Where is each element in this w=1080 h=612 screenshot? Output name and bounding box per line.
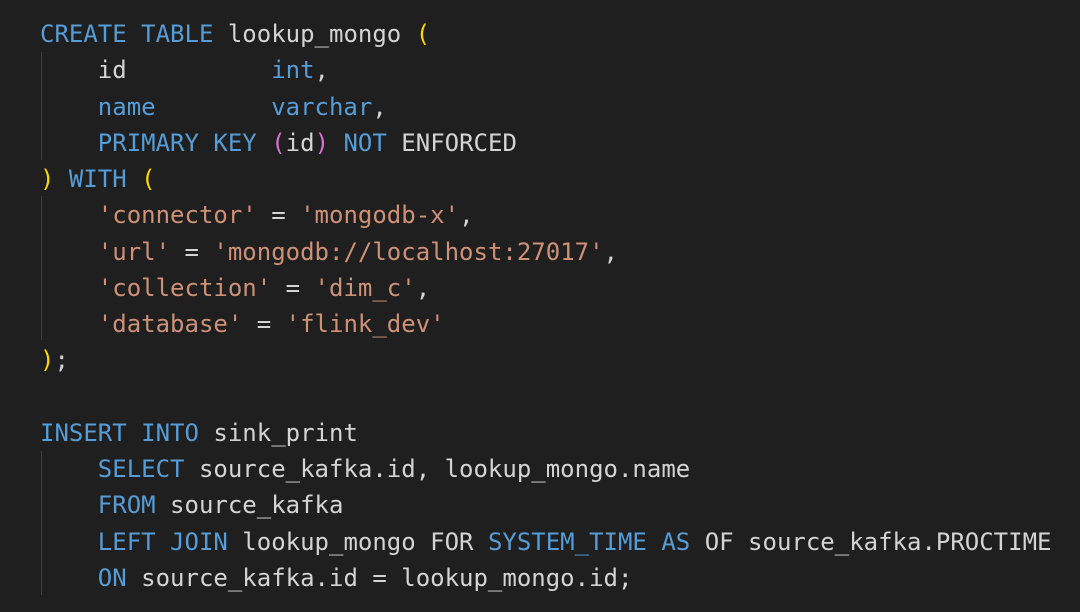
code-token: ) <box>40 165 55 193</box>
code-line[interactable]: 'collection' = 'dim_c', <box>40 270 430 306</box>
code-token: SELECT <box>97 455 185 483</box>
code-token: = <box>170 237 214 266</box>
code-token: TABLE <box>141 20 214 48</box>
code-token: INSERT <box>40 418 127 447</box>
code-token: , <box>603 237 618 266</box>
code-line[interactable]: 'url' = 'mongodb://localhost:27017', <box>40 234 618 270</box>
code-token: , <box>415 273 431 302</box>
code-token: source_kafka <box>155 491 344 520</box>
code-line[interactable]: 'connector' = 'mongodb-x', <box>40 197 474 233</box>
code-token: id <box>40 56 272 85</box>
code-line[interactable]: CREATE TABLE lookup_mongo ( <box>40 16 430 52</box>
code-token: lookup_mongo FOR <box>227 527 488 556</box>
code-token: , <box>372 92 387 121</box>
code-token: KEY <box>213 128 257 157</box>
code-token: source_kafka.id, lookup_mongo.name <box>184 455 691 483</box>
code-token: AS <box>661 527 691 556</box>
code-line[interactable]: ON source_kafka.id = lookup_mongo.id; <box>40 560 633 596</box>
code-token: ) <box>314 128 330 157</box>
code-token: = <box>242 310 286 338</box>
code-token: NOT <box>343 128 387 157</box>
code-token: CREATE <box>40 20 127 48</box>
code-token: 'database' <box>97 310 243 338</box>
code-token: name <box>97 92 156 121</box>
code-token: ON <box>97 563 127 592</box>
code-token: 'mongodb-x' <box>300 201 460 230</box>
code-token: , <box>459 201 474 230</box>
code-line[interactable]: PRIMARY KEY (id) NOT ENFORCED <box>40 125 517 161</box>
code-token: source_kafka.id = lookup_mongo.id; <box>126 563 633 592</box>
code-token: varchar <box>271 92 373 121</box>
code-line[interactable]: 'database' = 'flink_dev' <box>40 306 445 342</box>
code-token: OF source_kafka.PROCTIME <box>690 527 1052 556</box>
code-editor[interactable]: CREATE TABLE lookup_mongo ( id int, name… <box>0 0 1080 612</box>
code-token: 'flink_dev' <box>285 310 445 338</box>
code-token: ENFORCED <box>386 128 517 157</box>
code-token: int <box>271 56 315 85</box>
code-token: lookup_mongo <box>213 20 416 48</box>
code-token: id <box>285 128 315 157</box>
code-token: WITH <box>68 165 127 193</box>
code-token: PRIMARY <box>97 128 199 157</box>
code-line[interactable]: INSERT INTO sink_print <box>40 415 358 451</box>
code-token: 'collection' <box>97 273 272 302</box>
code-line[interactable]: ) WITH ( <box>40 161 156 197</box>
code-token: 'mongodb://localhost:27017' <box>213 237 604 266</box>
code-token: ; <box>54 346 69 375</box>
code-token: = <box>256 201 301 230</box>
code-token: SYSTEM_TIME <box>487 527 647 556</box>
code-line[interactable]: FROM source_kafka <box>40 487 344 523</box>
code-token: ( <box>415 20 431 48</box>
code-token: sink_print <box>198 418 358 447</box>
code-token: = <box>271 273 315 302</box>
code-token: 'dim_c' <box>314 273 416 302</box>
code-line[interactable]: name varchar, <box>40 89 387 125</box>
code-line[interactable]: LEFT JOIN lookup_mongo FOR SYSTEM_TIME A… <box>40 524 1052 560</box>
code-line[interactable]: id int, <box>40 52 329 88</box>
code-line[interactable]: SELECT source_kafka.id, lookup_mongo.nam… <box>40 451 690 487</box>
code-token: INTO <box>141 418 199 447</box>
code-token: , <box>314 56 329 85</box>
code-token: 'url' <box>97 237 171 266</box>
code-token: JOIN <box>170 527 228 556</box>
code-token: FROM <box>97 491 156 520</box>
code-token: ) <box>40 346 55 375</box>
code-line[interactable]: ); <box>40 342 69 378</box>
code-token: 'connector' <box>97 201 257 230</box>
code-token: LEFT <box>97 527 156 556</box>
code-token: ( <box>141 165 156 193</box>
code-token: ( <box>271 128 286 157</box>
